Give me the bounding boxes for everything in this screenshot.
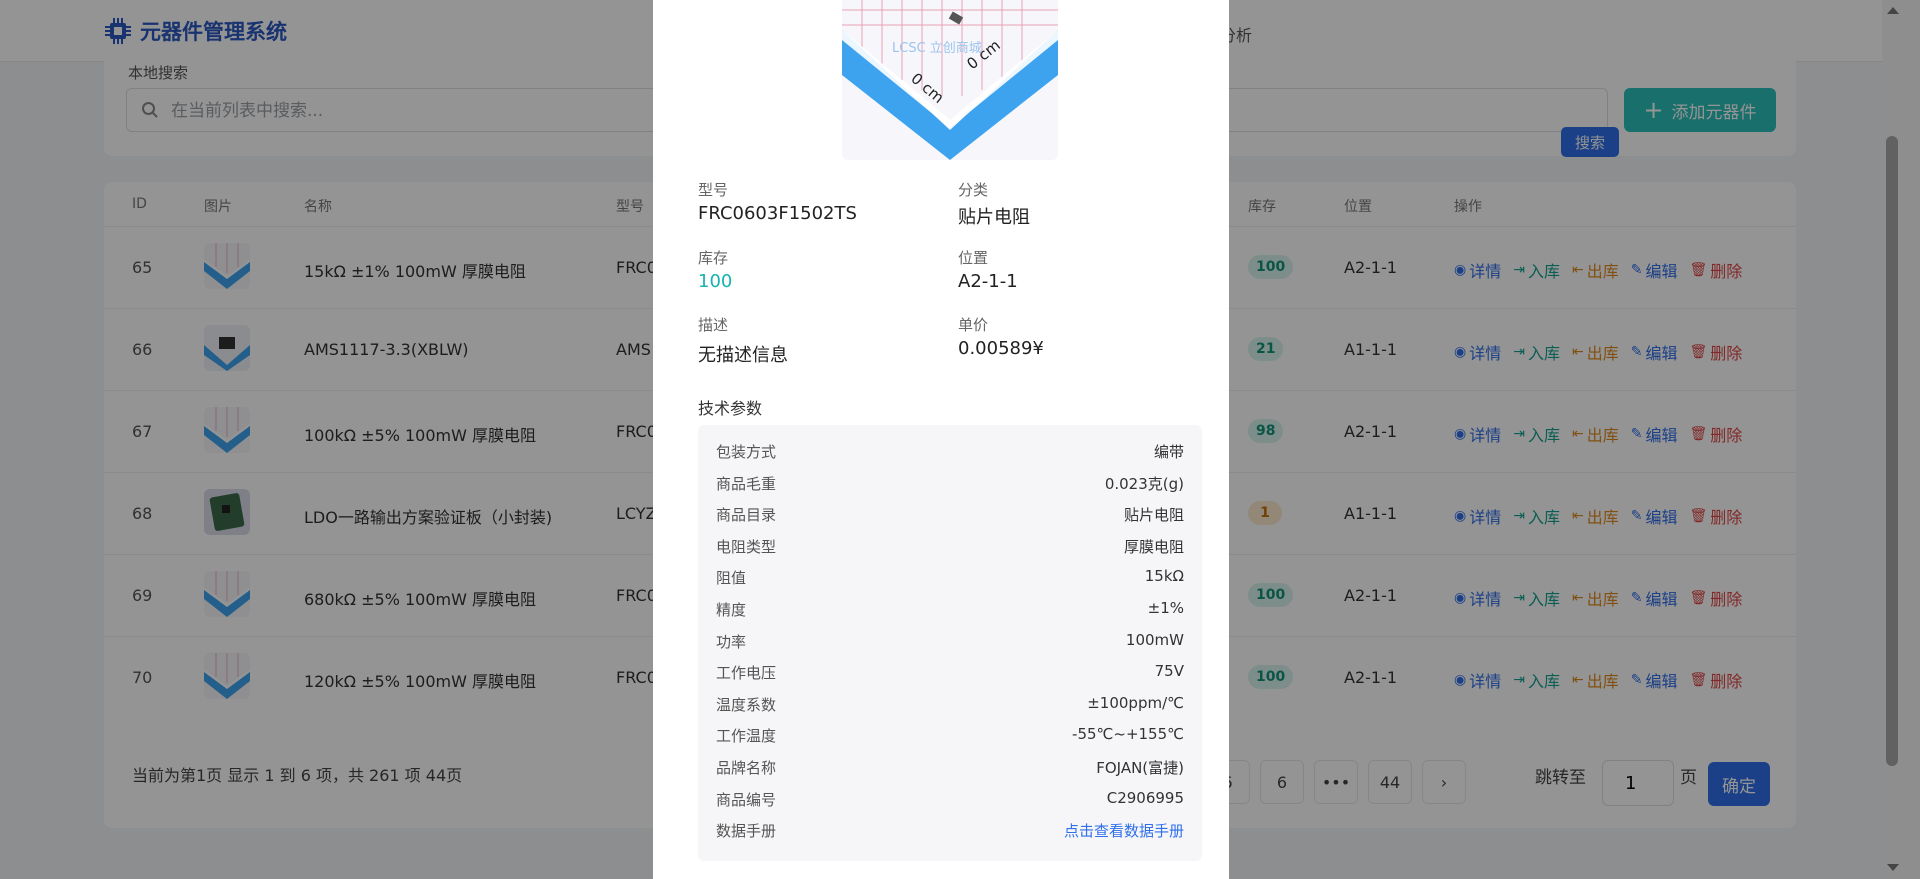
component-photo: 0 cm 0 cm LCSC 立创商城 [842,0,1058,160]
spec-key: 温度系数 [716,695,777,714]
spec-key: 商品目录 [716,506,777,525]
category-label: 分类 [958,181,989,199]
spec-value: 75V [1154,662,1184,681]
spec-key: 工作电压 [716,664,777,683]
spec-key: 包装方式 [716,443,777,461]
spec-key: 精度 [716,601,747,619]
spec-row: 品牌名称 FOJAN(富捷) [716,751,1184,782]
price-value: 0.00589¥ [958,338,1044,359]
spec-value: 15kΩ [1144,567,1184,586]
spec-row: 商品编号 C2906995 [716,783,1184,814]
spec-value: C2906995 [1106,788,1184,807]
spec-row: 数据手册 点击查看数据手册 [716,814,1184,845]
price-label: 单价 [958,316,989,334]
spec-row: 阻值 15kΩ [716,561,1184,592]
spec-value: -55℃~+155℃ [1072,725,1184,744]
spec-row: 电阻类型 厚膜电阻 [716,530,1184,561]
location-label: 位置 [958,249,989,267]
spec-key: 功率 [716,632,747,651]
spec-value: ±1% [1147,599,1184,617]
spec-key: 工作温度 [716,727,777,746]
spec-value: 贴片电阻 [1123,506,1184,525]
spec-value: 100mW [1125,630,1184,649]
spec-table: 包装方式 编带商品毛重 0.023克(g) 商品目录 贴片电阻电阻类型 厚膜电阻阻值 15k… [698,425,1202,861]
model-value: FRC0603F1502TS [698,203,857,224]
datasheet-link[interactable]: 点击查看数据手册 [1064,820,1184,841]
spec-key: 阻值 [716,569,747,588]
stock-label: 库存 [698,249,729,267]
spec-row: 精度 ±1% [716,593,1184,624]
location-value: A2-1-1 [958,271,1018,292]
description-label: 描述 [698,316,729,334]
spec-value: FOJAN(富捷) [1096,759,1184,777]
spec-value: 0.023克(g) [1104,474,1184,493]
spec-row: 商品目录 贴片电阻 [716,498,1184,529]
spec-row: 包装方式 编带 [716,435,1184,466]
svg-text:LCSC 立创商城: LCSC 立创商城 [892,41,982,56]
description-value: 无描述信息 [698,345,788,366]
spec-key: 品牌名称 [716,759,777,777]
spec-row: 工作电压 75V [716,656,1184,687]
spec-key: 电阻类型 [716,537,777,556]
spec-value: 厚膜电阻 [1123,537,1184,556]
spec-row: 温度系数 ±100ppm/℃ [716,688,1184,719]
spec-value: 编带 [1153,443,1184,461]
component-detail-modal: 0 cm 0 cm LCSC 立创商城 型号 FRC0603F1502TS 分类… [653,0,1229,879]
spec-row: 工作温度 -55℃~+155℃ [716,719,1184,750]
stock-value: 100 [698,271,733,292]
spec-row: 功率 100mW [716,625,1184,656]
spec-value: ±100ppm/℃ [1087,693,1184,712]
spec-key: 商品编号 [716,790,777,809]
resistor-photo-icon: 0 cm 0 cm LCSC 立创商城 [842,0,1058,160]
category-value: 贴片电阻 [958,207,1030,228]
spec-key: 数据手册 [716,822,777,841]
spec-key: 商品毛重 [716,474,777,493]
spec-section-title: 技术参数 [698,399,763,418]
spec-row: 商品毛重 0.023克(g) [716,467,1184,498]
model-label: 型号 [698,181,729,199]
